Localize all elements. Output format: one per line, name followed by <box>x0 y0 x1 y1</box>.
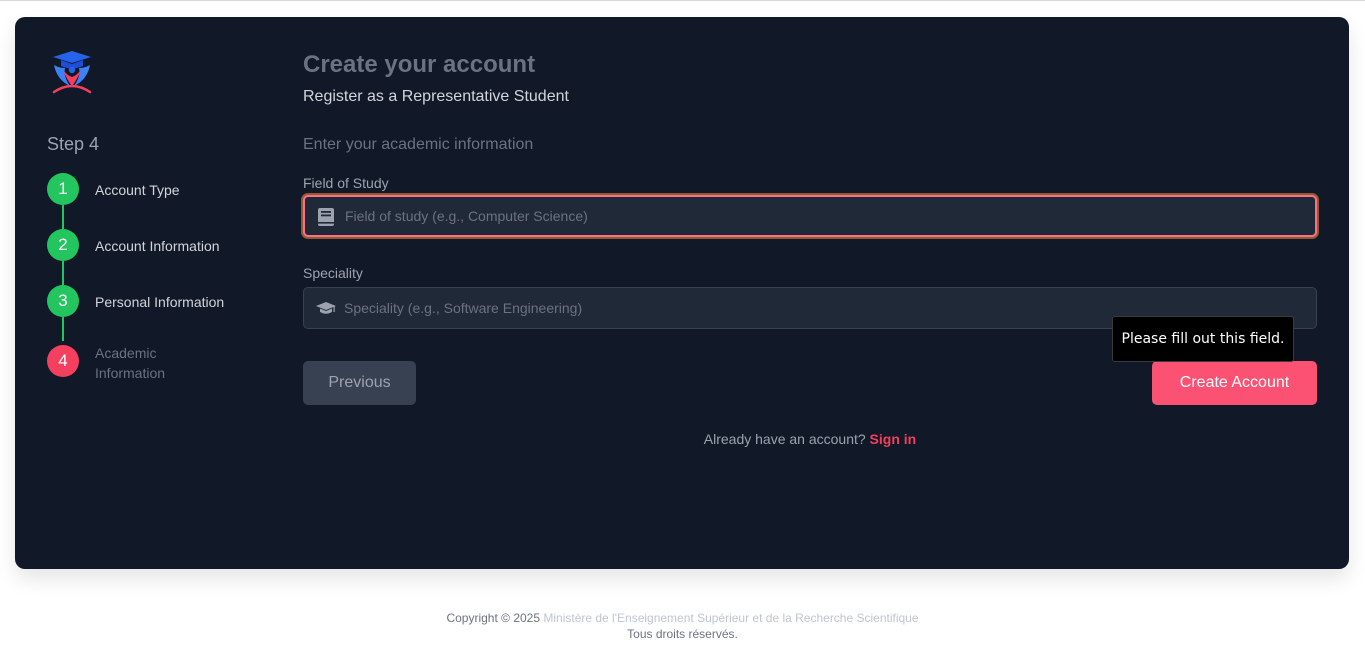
logo <box>52 51 92 94</box>
step-connector <box>62 261 64 285</box>
step-connector <box>62 205 64 229</box>
previous-button[interactable]: Previous <box>303 361 416 405</box>
page-title: Create your account <box>303 51 536 78</box>
step-label: Academic Information <box>95 345 166 381</box>
field-of-study-wrapper <box>303 195 1317 237</box>
graduation-cap-icon <box>316 302 336 314</box>
speciality-label: Speciality <box>303 265 363 281</box>
step-account-information: 2 Account Information <box>47 229 267 263</box>
footer-rights: Tous droits réservés. <box>627 627 738 641</box>
step-label: Account Information <box>95 238 220 254</box>
footer: Copyright © 2025 Ministère de l'Enseigne… <box>0 610 1365 642</box>
step-label: Personal Information <box>95 294 225 310</box>
create-account-button[interactable]: Create Account <box>1152 361 1317 405</box>
step-title: Step 4 <box>47 134 100 154</box>
step-academic-information: 4 Academic Information <box>47 345 267 381</box>
page-subtitle: Register as a Representative Student <box>303 88 569 105</box>
step-number: 2 <box>47 229 79 261</box>
signin-prompt: Already have an account? <box>703 431 866 447</box>
step-number: 1 <box>47 173 79 205</box>
signin-link[interactable]: Sign in <box>870 431 917 447</box>
step-personal-information: 3 Personal Information <box>47 285 267 319</box>
step-label: Account Type <box>95 182 180 198</box>
step-number: 3 <box>47 285 79 317</box>
signin-row: Already have an account? Sign in <box>303 431 1317 447</box>
step-connector <box>62 317 64 341</box>
field-of-study-input[interactable] <box>345 197 1305 235</box>
top-divider <box>0 0 1365 1</box>
validation-tooltip: Please fill out this field. <box>1112 316 1294 362</box>
step-number: 4 <box>47 345 79 377</box>
registration-card: Step 4 1 Account Type 2 Account Informat… <box>15 17 1349 569</box>
section-title: Enter your academic information <box>303 136 534 153</box>
footer-copyright: Copyright © 2025 <box>446 611 541 625</box>
footer-organization: Ministère de l'Enseignement Supérieur et… <box>543 611 919 625</box>
field-of-study-label: Field of Study <box>303 175 389 191</box>
step-account-type: 1 Account Type <box>47 173 267 207</box>
book-icon <box>318 208 334 226</box>
